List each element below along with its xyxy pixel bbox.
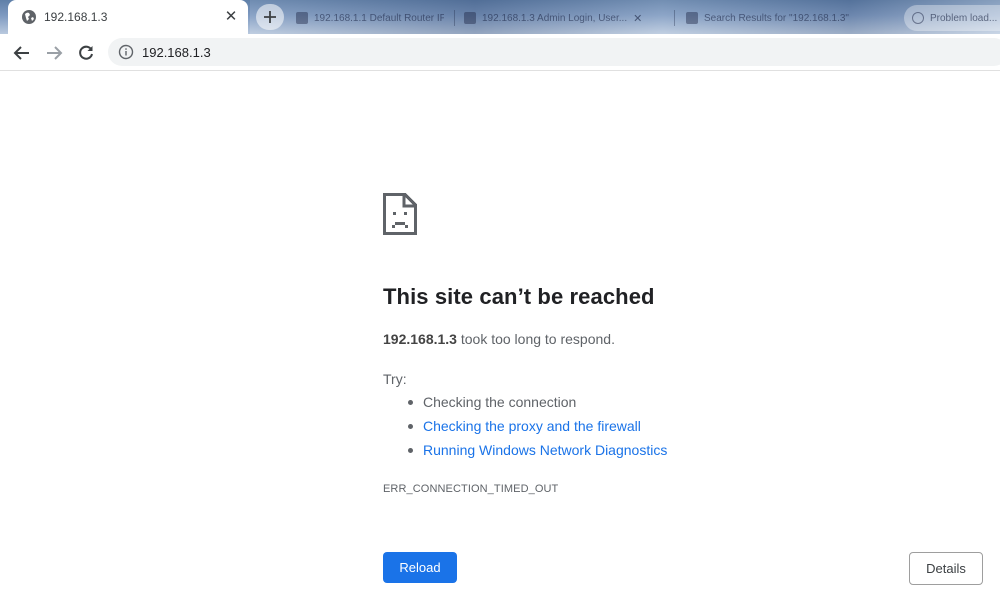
sad-page-icon: [383, 193, 417, 235]
suggestion-run-diagnostics-link[interactable]: Running Windows Network Diagnostics: [423, 442, 667, 458]
background-tab-4[interactable]: Problem load...: [904, 5, 1000, 31]
address-bar[interactable]: 192.168.1.3: [108, 38, 1000, 66]
new-tab-button[interactable]: [256, 4, 284, 30]
error-message: took too long to respond.: [456, 331, 615, 347]
tab-favicon-icon: [464, 12, 476, 24]
tab-separator: [674, 10, 675, 26]
reload-page-button[interactable]: [74, 41, 98, 65]
tab-favicon-icon: [296, 12, 308, 24]
suggestion-list: Checking the connection Checking the pro…: [407, 394, 667, 466]
background-tab-3[interactable]: Search Results for "192.168.1.3": [686, 10, 892, 26]
tab-separator: [454, 10, 455, 26]
browser-toolbar: 192.168.1.3: [0, 34, 1000, 70]
list-item: Running Windows Network Diagnostics: [407, 442, 667, 466]
globe-icon: [22, 10, 36, 24]
suggestion-check-proxy-link[interactable]: Checking the proxy and the firewall: [423, 418, 641, 434]
close-tab-icon[interactable]: ✕: [633, 12, 642, 25]
tab-favicon-icon: [686, 12, 698, 24]
list-item: Checking the connection: [407, 394, 667, 418]
list-item: Checking the proxy and the firewall: [407, 418, 667, 442]
suggestion-check-connection: Checking the connection: [423, 394, 577, 410]
forward-arrow-icon: [47, 46, 63, 60]
forward-button[interactable]: [42, 41, 66, 65]
background-tab-title: Search Results for "192.168.1.3": [704, 12, 849, 24]
error-description: 192.168.1.3 took too long to respond.: [383, 331, 615, 347]
plus-icon: [264, 11, 276, 23]
background-tab-title: 192.168.1.3 Admin Login, User...: [482, 12, 628, 24]
refresh-icon: [79, 45, 93, 60]
background-tab-1[interactable]: 192.168.1.1 Default Router IP: [296, 10, 444, 26]
active-tab-title: 192.168.1.3: [44, 10, 108, 24]
back-arrow-icon: [13, 46, 29, 60]
background-tab-title: 192.168.1.1 Default Router IP: [314, 12, 444, 24]
details-button[interactable]: Details: [909, 552, 983, 585]
toolbar-divider: [0, 70, 1000, 71]
active-tab[interactable]: 192.168.1.3 ✕: [8, 0, 248, 34]
error-heading: This site can’t be reached: [383, 284, 655, 309]
try-label: Try:: [383, 371, 407, 387]
error-code: ERR_CONNECTION_TIMED_OUT: [383, 483, 559, 495]
error-host: 192.168.1.3: [383, 331, 457, 347]
tab-strip: 192.168.1.3 ✕ 192.168.1.1 Default Router…: [0, 0, 1000, 34]
reload-button[interactable]: Reload: [383, 552, 457, 583]
background-tab-2[interactable]: 192.168.1.3 Admin Login, User... ✕: [464, 10, 664, 26]
background-tab-title: Problem load...: [930, 12, 998, 24]
info-icon[interactable]: [118, 44, 134, 60]
back-button[interactable]: [10, 41, 34, 65]
globe-icon: [912, 12, 924, 24]
close-tab-icon[interactable]: ✕: [223, 9, 239, 25]
url-text[interactable]: 192.168.1.3: [142, 45, 211, 60]
